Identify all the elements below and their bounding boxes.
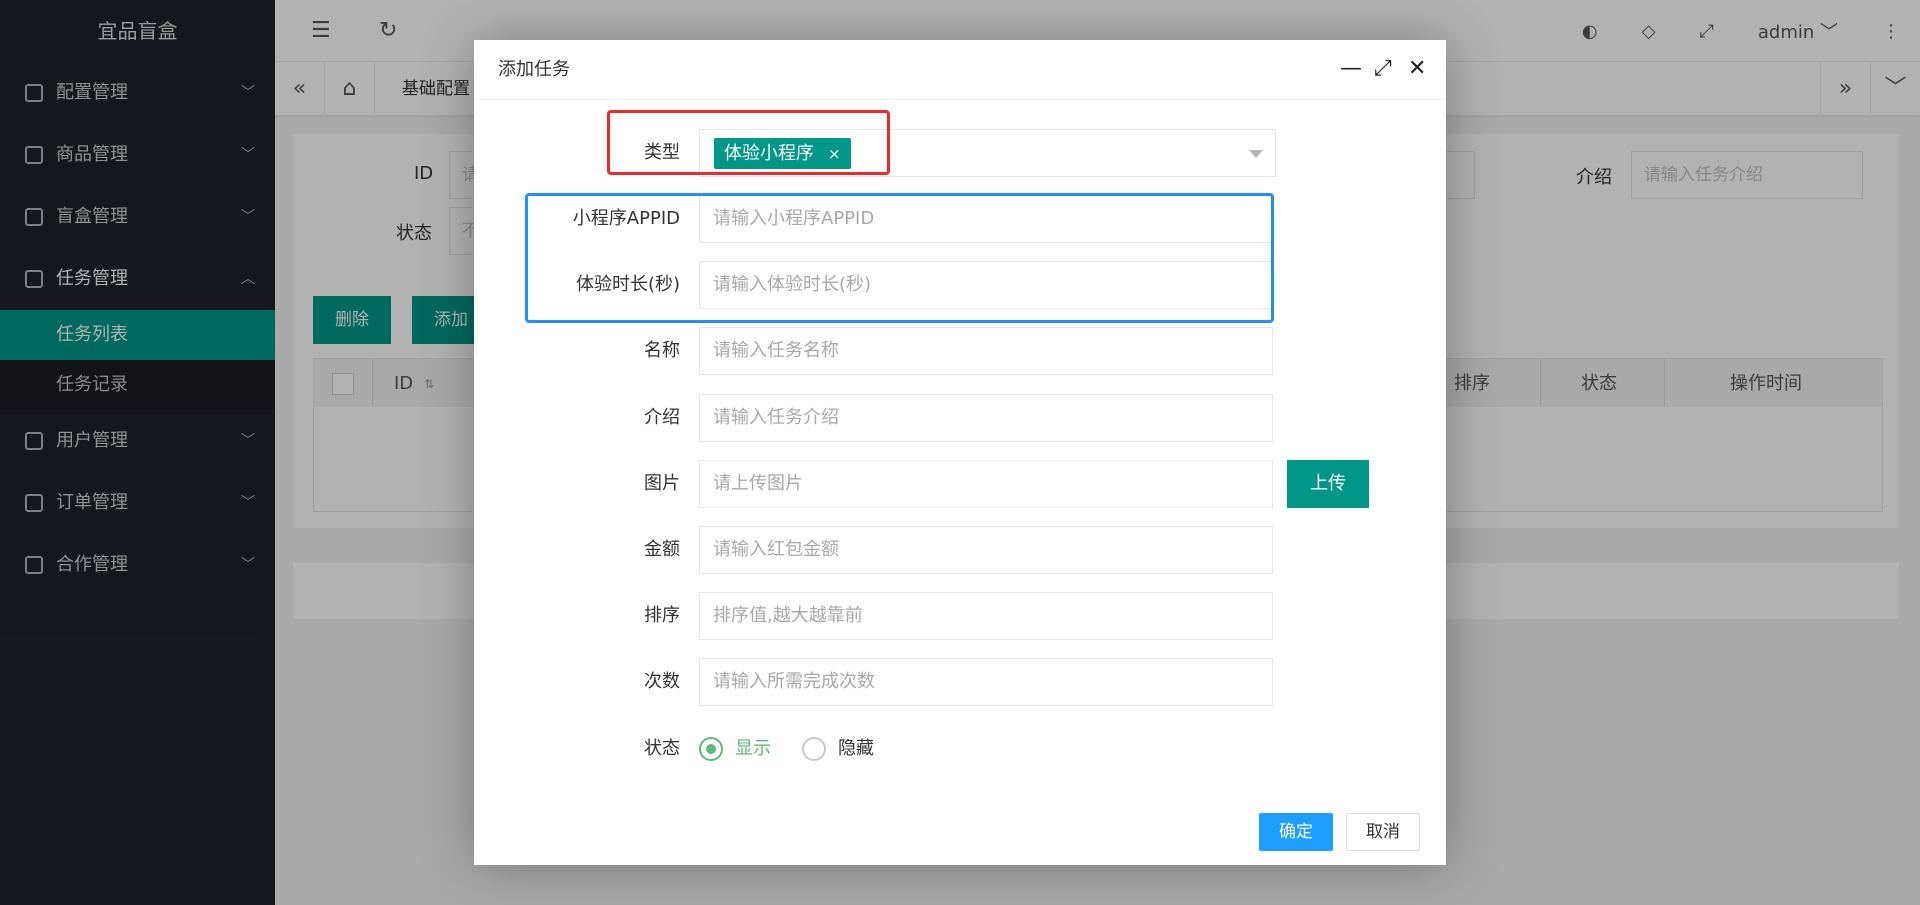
- dropdown-caret-icon[interactable]: [1249, 150, 1263, 158]
- name-label: 名称: [644, 340, 680, 361]
- status-hide-label[interactable]: 隐藏: [838, 725, 874, 773]
- status-hide-radio[interactable]: [802, 737, 826, 761]
- type-tag: 体验小程序 ×: [714, 138, 851, 169]
- type-tag-label: 体验小程序: [724, 143, 814, 164]
- status-label: 状态: [644, 738, 680, 759]
- minimize-icon[interactable]: —: [1340, 57, 1362, 81]
- close-icon[interactable]: ✕: [1408, 57, 1426, 81]
- image-row: 图片 请上传图片 上传: [474, 460, 1446, 508]
- dialog-title: 添加任务: [474, 40, 1446, 100]
- appid-row: 小程序APPID 请输入小程序APPID: [474, 195, 1446, 243]
- amount-label: 金额: [644, 539, 680, 560]
- cancel-button[interactable]: 取消: [1346, 813, 1420, 851]
- appid-input[interactable]: 请输入小程序APPID: [699, 195, 1273, 243]
- status-show-radio[interactable]: [699, 737, 723, 761]
- intro-input[interactable]: 请输入任务介绍: [699, 394, 1273, 442]
- intro-row: 介绍 请输入任务介绍: [474, 394, 1446, 442]
- name-input[interactable]: 请输入任务名称: [699, 327, 1273, 375]
- duration-label: 体验时长(秒): [575, 274, 680, 295]
- image-input[interactable]: 请上传图片: [699, 460, 1273, 508]
- type-select[interactable]: 体验小程序 ×: [699, 129, 1276, 177]
- duration-row: 体验时长(秒) 请输入体验时长(秒): [474, 261, 1446, 309]
- count-label: 次数: [644, 671, 680, 692]
- maximize-icon[interactable]: ⤢: [1374, 57, 1392, 81]
- intro-label: 介绍: [644, 407, 680, 428]
- sort-input[interactable]: 排序值,越大越靠前: [699, 592, 1273, 640]
- name-row: 名称 请输入任务名称: [474, 327, 1446, 375]
- type-label: 类型: [644, 142, 680, 163]
- add-task-dialog: 添加任务 — ⤢ ✕ 类型 体验小程序 × 小程序APPID 请输入小程序APPI…: [474, 40, 1446, 865]
- tag-remove-icon[interactable]: ×: [828, 145, 841, 163]
- amount-input[interactable]: 请输入红包金额: [699, 526, 1273, 574]
- sort-label: 排序: [644, 605, 680, 626]
- upload-button[interactable]: 上传: [1287, 460, 1369, 508]
- status-show-label[interactable]: 显示: [735, 725, 771, 773]
- duration-input[interactable]: 请输入体验时长(秒): [699, 261, 1273, 309]
- status-row: 状态 显示 隐藏: [474, 725, 1446, 773]
- confirm-button[interactable]: 确定: [1259, 813, 1333, 851]
- image-label: 图片: [644, 473, 680, 494]
- type-row: 类型 体验小程序 ×: [474, 129, 1446, 177]
- amount-row: 金额 请输入红包金额: [474, 526, 1446, 574]
- appid-label: 小程序APPID: [572, 208, 680, 229]
- count-row: 次数 请输入所需完成次数: [474, 658, 1446, 706]
- sort-row: 排序 排序值,越大越靠前: [474, 592, 1446, 640]
- count-input[interactable]: 请输入所需完成次数: [699, 658, 1273, 706]
